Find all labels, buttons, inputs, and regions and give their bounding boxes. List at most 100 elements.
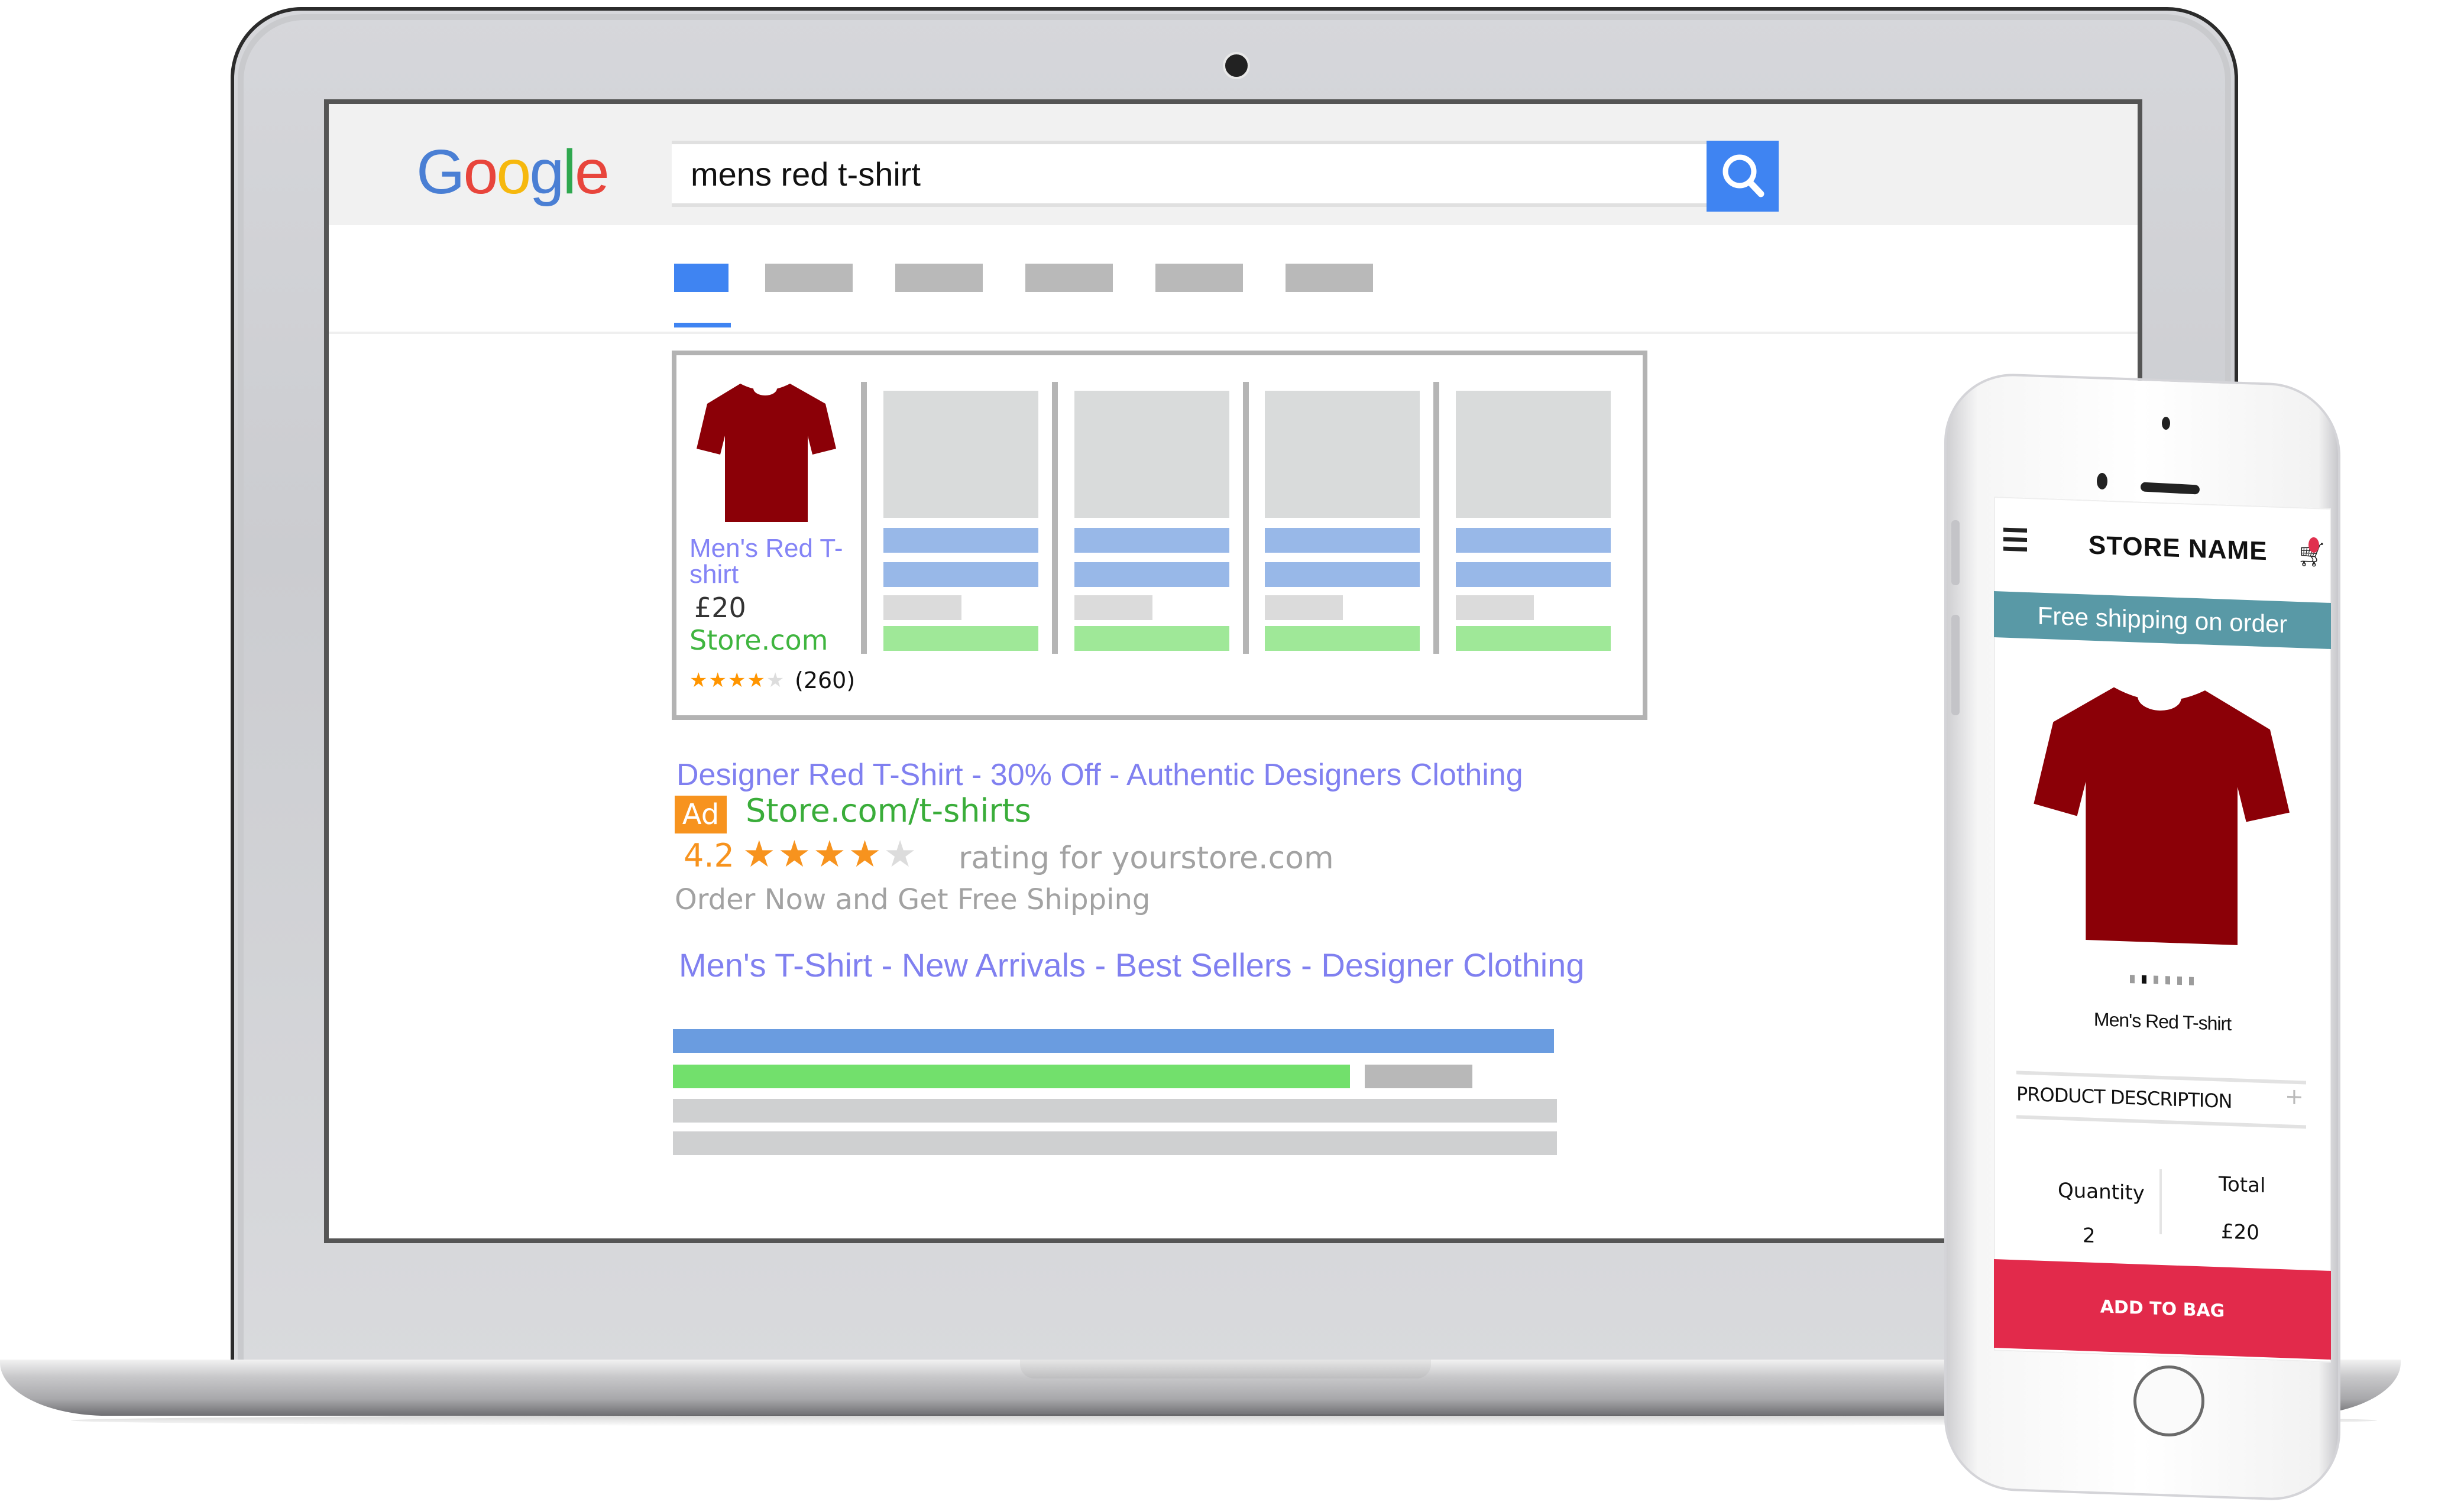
featured-product-store[interactable]: Store.com [689, 624, 828, 656]
search-query: mens red t-shirt [691, 155, 921, 193]
featured-product-title[interactable]: Men's Red T-shirt [689, 536, 843, 588]
star-empty-icon: ★ [766, 669, 786, 692]
quantity-value[interactable]: 2 [2083, 1224, 2096, 1248]
featured-product-price: £20 [694, 592, 746, 624]
placeholder-image [883, 391, 1038, 518]
search-input[interactable]: mens red t-shirt [672, 141, 1718, 207]
store-name: STORE NAME [2089, 530, 2268, 566]
result-title-placeholder [673, 1029, 1554, 1053]
placeholder-image [1074, 391, 1229, 518]
star-icon: ★★★★ [689, 669, 766, 692]
phone-front-camera [2097, 473, 2107, 489]
tab-placeholder[interactable] [1025, 264, 1113, 292]
result-snippet-placeholder [673, 1099, 1557, 1123]
free-shipping-banner: Free shipping on order [1994, 591, 2331, 649]
divider [2016, 1115, 2306, 1129]
star-rating: ★★★★★ [689, 669, 785, 692]
placeholder-title [1265, 528, 1420, 553]
seller-rating-stars: ★★★★★ [743, 832, 919, 875]
shopping-carousel: Men's Red T-shirt £20 Store.com ★★★★★ (2… [672, 351, 1647, 720]
ad-description: Order Now and Get Free Shipping [675, 883, 1151, 916]
carousel-dot-active[interactable] [2142, 975, 2146, 984]
logo-letter: G [416, 137, 465, 207]
search-header: Google mens red t-shirt [329, 104, 2138, 225]
placeholder-price [1074, 595, 1152, 620]
logo-letter: e [574, 137, 610, 207]
placeholder-store [1074, 626, 1229, 651]
placeholder-title [1074, 528, 1229, 553]
carousel-dot[interactable] [2177, 976, 2182, 985]
laptop-camera [1223, 52, 1250, 79]
card-divider [1433, 382, 1439, 654]
featured-product-card[interactable]: Men's Red T-shirt £20 Store.com ★★★★★ (2… [676, 355, 860, 710]
product-card-placeholder[interactable] [1456, 391, 1615, 651]
product-image-red-tshirt [2034, 684, 2290, 945]
product-description-toggle[interactable]: PRODUCT DESCRIPTION [2016, 1082, 2232, 1112]
card-divider [1052, 382, 1058, 654]
add-to-bag-button[interactable]: ADD TO BAG [1994, 1259, 2331, 1360]
expand-plus-icon[interactable]: + [2285, 1083, 2304, 1110]
placeholder-image [1265, 391, 1420, 518]
tab-all[interactable] [674, 264, 728, 292]
carousel-dot[interactable] [2154, 975, 2158, 984]
result-meta-placeholder [1365, 1065, 1472, 1088]
browser-window: Google mens red t-shirt Men's Red T-shir… [324, 99, 2142, 1243]
carousel-dot[interactable] [2130, 975, 2135, 984]
laptop-opening-notch [1020, 1360, 1431, 1378]
placeholder-title [1456, 562, 1611, 587]
seller-rating-text: rating for yourstore.com [959, 841, 1334, 876]
logo-letter: o [463, 137, 498, 207]
search-icon [1722, 154, 1764, 197]
placeholder-title [1074, 562, 1229, 587]
logo-letter: l [562, 137, 577, 207]
phone-store-page: STORE NAME 🛒︎ Free shipping on order Men… [1994, 497, 2331, 1363]
tab-placeholder[interactable] [765, 264, 853, 292]
placeholder-title [883, 528, 1038, 553]
placeholder-title [883, 562, 1038, 587]
divider [2016, 1071, 2306, 1085]
tab-placeholder[interactable] [1155, 264, 1243, 292]
carousel-dot[interactable] [2165, 976, 2170, 985]
ad-sitelinks[interactable]: Men's T-Shirt - New Arrivals - Best Sell… [679, 946, 1584, 984]
placeholder-store [1456, 626, 1611, 651]
image-carousel-dots[interactable] [2130, 974, 2201, 988]
product-card-placeholder[interactable] [1265, 391, 1424, 651]
logo-letter: o [496, 137, 531, 207]
result-snippet-placeholder [673, 1131, 1557, 1155]
active-tab-indicator [674, 323, 731, 327]
phone-volume-button [1951, 520, 1960, 585]
ad-title-link[interactable]: Designer Red T-Shirt - 30% Off - Authent… [676, 757, 1523, 793]
placeholder-title [1265, 562, 1420, 587]
logo-letter: g [529, 137, 564, 207]
red-tshirt-image [697, 381, 836, 522]
star-empty-icon: ★ [883, 832, 919, 875]
placeholder-image [1456, 391, 1611, 518]
total-label: Total [2219, 1172, 2266, 1198]
placeholder-store [883, 626, 1038, 651]
carousel-dot[interactable] [2189, 977, 2194, 985]
cart-count-badge [2308, 537, 2319, 553]
placeholder-price [883, 595, 961, 620]
ad-url[interactable]: Store.com/t-shirts [746, 792, 1031, 829]
card-divider [861, 382, 867, 654]
tab-placeholder[interactable] [895, 264, 983, 292]
product-card-placeholder[interactable] [1074, 391, 1234, 651]
total-value: £20 [2221, 1219, 2259, 1245]
phone-sensor [2162, 417, 2170, 430]
placeholder-price [1456, 595, 1534, 620]
divider [2159, 1169, 2162, 1234]
google-logo[interactable]: Google [416, 137, 610, 208]
header-divider [329, 332, 2138, 334]
hamburger-menu-icon[interactable] [2003, 527, 2027, 557]
search-button[interactable] [1707, 141, 1779, 212]
tab-placeholder[interactable] [1286, 264, 1373, 292]
star-icon: ★★★★ [743, 832, 884, 875]
result-url-placeholder [673, 1065, 1350, 1088]
placeholder-title [1456, 528, 1611, 553]
review-count: (260) [795, 667, 856, 693]
product-name: Men's Red T-shirt [2093, 1008, 2232, 1035]
card-divider [1243, 382, 1249, 654]
product-card-placeholder[interactable] [883, 391, 1043, 651]
phone-home-button[interactable] [2133, 1365, 2204, 1436]
placeholder-store [1265, 626, 1420, 651]
